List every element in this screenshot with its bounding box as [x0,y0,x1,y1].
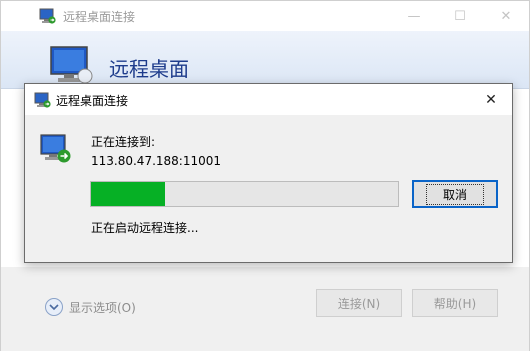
connect-button[interactable]: 连接(N) [316,289,402,317]
close-icon: ✕ [485,91,497,108]
minimize-button[interactable]: — [391,1,437,31]
connection-progress-bar [90,181,399,207]
main-window-title: 远程桌面连接 [63,10,136,24]
remote-desktop-icon [40,134,71,163]
connection-status: 正在启动远程连接... [91,221,199,235]
remote-desktop-icon [50,46,93,84]
connecting-dialog: 远程桌面连接 ✕ 正在连接到: 113.80.47.188:11001 取消 正… [24,83,513,263]
remote-address: 113.80.47.188:11001 [91,154,222,168]
help-button[interactable]: 帮助(H) [412,289,498,317]
banner-title: 远程桌面 [109,57,189,81]
progress-fill [91,182,165,206]
close-button[interactable]: ✕ [483,1,529,31]
show-options-label: 显示选项(O) [69,300,136,315]
show-options-toggle[interactable]: 显示选项(O) [45,298,136,316]
cancel-button[interactable]: 取消 [412,180,498,208]
maximize-button[interactable]: ☐ [437,1,483,31]
main-titlebar: 远程桌面连接 — ☐ ✕ [1,1,529,31]
dialog-titlebar: 远程桌面连接 ✕ [25,84,512,115]
dialog-title: 远程桌面连接 [56,94,129,108]
minimize-icon: — [407,8,421,24]
remote-desktop-icon [39,8,56,24]
cancel-button-label: 取消 [425,183,484,205]
chevron-down-icon [45,298,63,316]
banner: 远程桌面 [1,31,529,89]
connecting-label: 正在连接到: [91,135,156,149]
remote-desktop-icon [34,92,51,108]
dialog-close-button[interactable]: ✕ [470,84,512,115]
close-icon: ✕ [500,8,512,24]
maximize-icon: ☐ [454,8,466,24]
